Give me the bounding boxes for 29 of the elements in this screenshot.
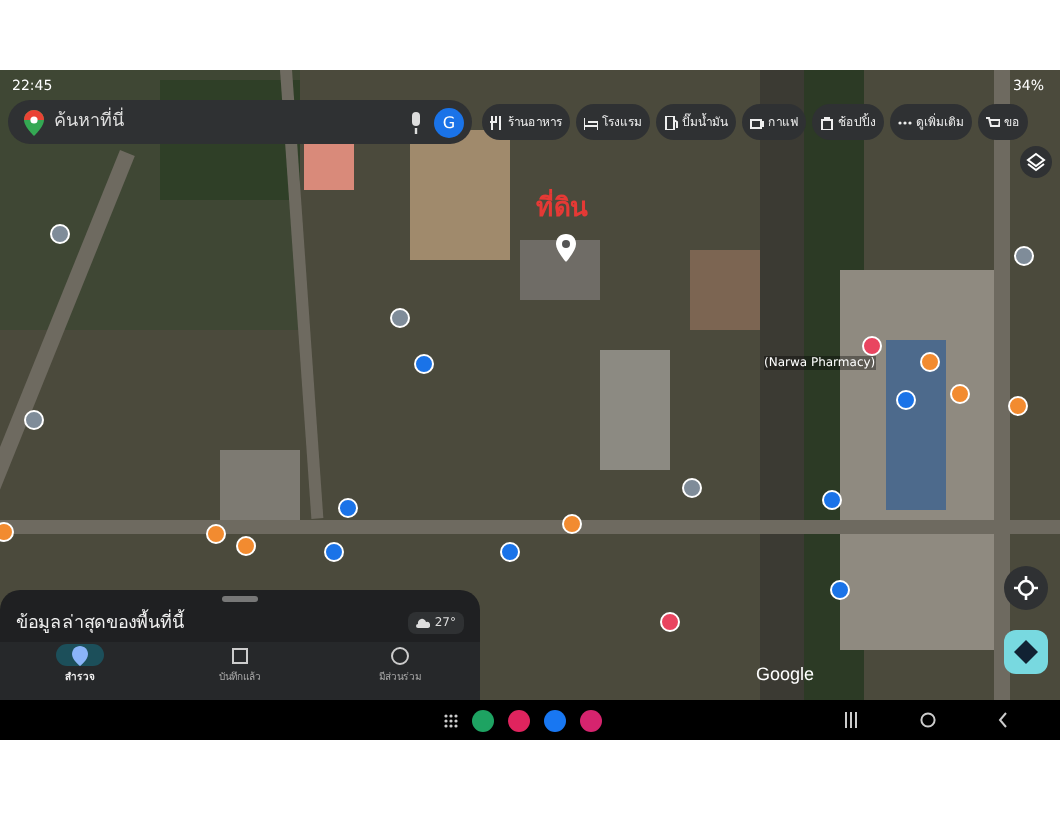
account-avatar[interactable]: G [434, 107, 464, 137]
microphone-icon[interactable] [408, 111, 424, 133]
app-icon[interactable] [544, 709, 566, 731]
sheet-title: ข้อมูลล่าสุดของพื้นที่นี้ [16, 608, 184, 636]
drag-handle[interactable] [222, 596, 258, 602]
recents-icon[interactable] [844, 712, 858, 728]
directions-icon [1014, 640, 1038, 664]
fuel-pump-icon [664, 115, 678, 129]
map-pin-icon [24, 109, 44, 135]
app-drawer-icon[interactable] [444, 713, 458, 727]
map-attribution: Google [756, 664, 815, 684]
bed-icon [584, 115, 598, 129]
map-pin-icon[interactable] [0, 522, 14, 542]
search-field[interactable]: ค้นหาที่นี่ G [8, 100, 472, 144]
map-annotation: ที่ดิน [536, 186, 588, 228]
directions-button[interactable] [1004, 630, 1048, 674]
app-icon[interactable] [508, 709, 530, 731]
layers-icon [1026, 152, 1046, 172]
map-pin-icon [70, 645, 90, 665]
home-icon[interactable] [920, 712, 936, 728]
back-icon[interactable] [998, 712, 1008, 728]
bag-icon [820, 115, 834, 129]
bookmark-icon [230, 645, 250, 665]
cart-icon [986, 115, 1000, 129]
fork-knife-icon [490, 115, 504, 129]
location-pin-icon[interactable] [554, 234, 578, 262]
crosshair-icon [1014, 576, 1038, 600]
cup-icon [750, 115, 764, 129]
cloud-icon [416, 617, 431, 627]
